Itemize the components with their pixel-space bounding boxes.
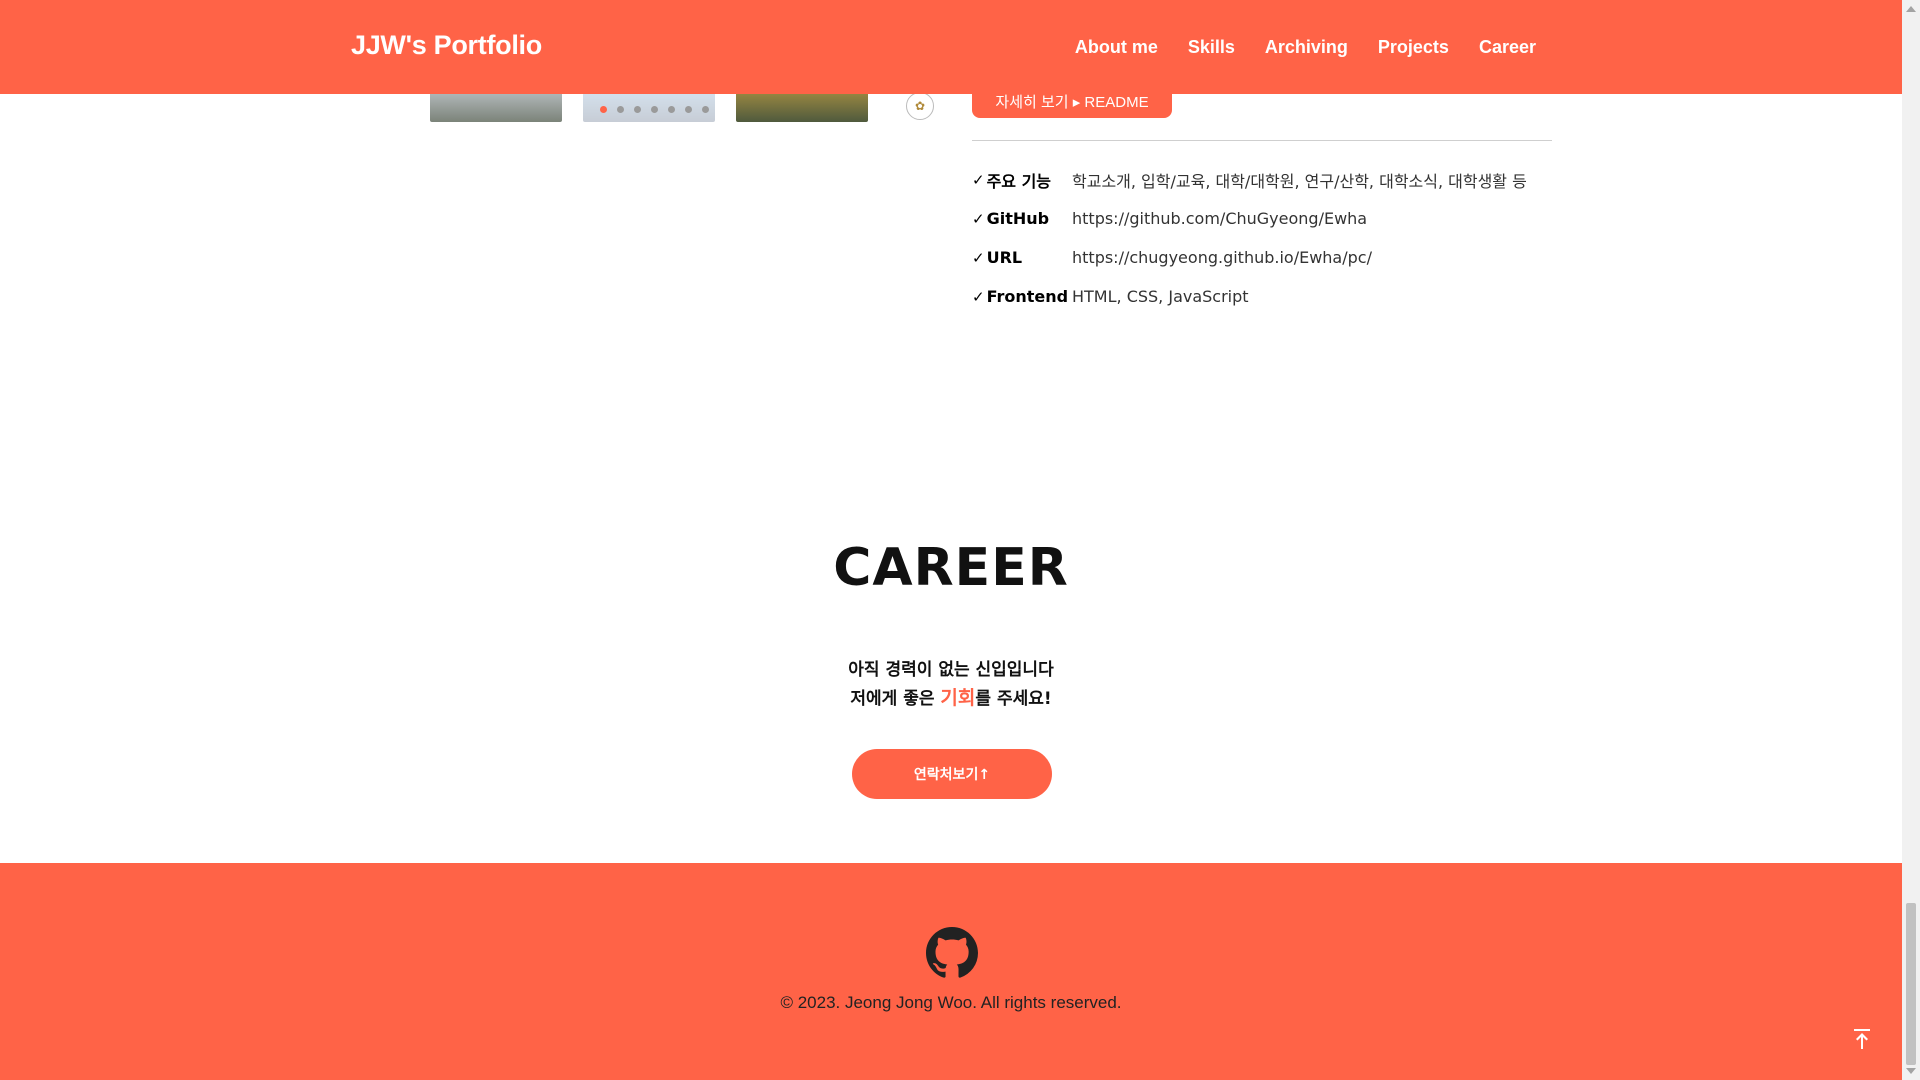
top-navbar: JJW's Portfolio About me Skills Archivin… (0, 0, 1902, 94)
career-line-1: 아직 경력이 없는 신입입니다 (848, 660, 1054, 680)
divider (972, 140, 1552, 141)
carousel-dot[interactable] (685, 106, 692, 113)
check-icon: ✓ (972, 170, 985, 189)
carousel-dot[interactable] (702, 106, 709, 113)
carousel-dot[interactable] (600, 106, 607, 113)
copyright-text: © 2023. Jeong Jong Woo. All rights reser… (780, 993, 1122, 1012)
info-key: Frontend (986, 287, 1069, 306)
carousel-dot[interactable] (634, 106, 641, 113)
footer: © 2023. Jeong Jong Woo. All rights reser… (0, 863, 1902, 1080)
scroll-up-arrow[interactable] (1906, 6, 1916, 12)
info-value: HTML, CSS, JavaScript (1072, 287, 1249, 306)
career-message: 아직 경력이 없는 신입입니다 저에게 좋은 기회를 주세요! (0, 656, 1902, 713)
career-title: CAREER (833, 538, 1069, 598)
check-icon: ✓ (972, 287, 985, 306)
nav-about[interactable]: About me (1075, 37, 1158, 58)
nav-archiving[interactable]: Archiving (1265, 37, 1348, 58)
nav-projects[interactable]: Projects (1378, 37, 1449, 58)
project-info-list: ✓ 주요 기능 학교소개, 입학/교육, 대학/대학원, 연구/산학, 대학소식,… (972, 160, 1552, 316)
career-line-2: 저에게 좋은 기회를 주세요! (850, 687, 1052, 709)
nav-career[interactable]: Career (1479, 37, 1536, 58)
page: JJW's Portfolio About me Skills Archivin… (0, 0, 1902, 1080)
github-link[interactable]: https://github.com/ChuGyeong/Ewha (1072, 209, 1367, 228)
info-key: GitHub (986, 209, 1050, 228)
scrollbar-thumb[interactable] (1906, 903, 1916, 1065)
info-key: 주요 기능 (986, 171, 1052, 191)
nav-skills[interactable]: Skills (1188, 37, 1235, 58)
carousel-dots (600, 106, 709, 113)
info-key: URL (986, 248, 1023, 267)
info-row: ✓ Frontend HTML, CSS, JavaScript (972, 277, 1552, 316)
vertical-scrollbar[interactable] (1902, 0, 1920, 1080)
career-accent-word: 기회 (940, 687, 976, 709)
carousel-dot[interactable] (651, 106, 658, 113)
check-icon: ✓ (972, 209, 985, 228)
info-row: ✓ URL https://chugyeong.github.io/Ewha/pc… (972, 238, 1552, 277)
info-row: ✓ GitHub https://github.com/ChuGyeong/Ewh… (972, 199, 1552, 238)
url-link[interactable]: https://chugyeong.github.io/Ewha/pc/ (1072, 248, 1372, 267)
info-row: ✓ 주요 기능 학교소개, 입학/교육, 대학/대학원, 연구/산학, 대학소식,… (972, 160, 1552, 199)
github-icon[interactable] (926, 927, 978, 979)
info-value: 학교소개, 입학/교육, 대학/대학원, 연구/산학, 대학소식, 대학생활 등 (1072, 171, 1527, 191)
scroll-to-top-icon[interactable] (1852, 1028, 1872, 1050)
carousel-dot[interactable] (617, 106, 624, 113)
contact-button[interactable]: 연락처보기↑ (852, 749, 1052, 799)
scroll-down-arrow[interactable] (1906, 1068, 1916, 1074)
school-logo-icon: ✿ (906, 92, 934, 120)
brand-title[interactable]: JJW's Portfolio (351, 30, 542, 61)
carousel-dot[interactable] (668, 106, 675, 113)
nav-menu: About me Skills Archiving Projects Caree… (1075, 37, 1536, 58)
check-icon: ✓ (972, 248, 985, 267)
